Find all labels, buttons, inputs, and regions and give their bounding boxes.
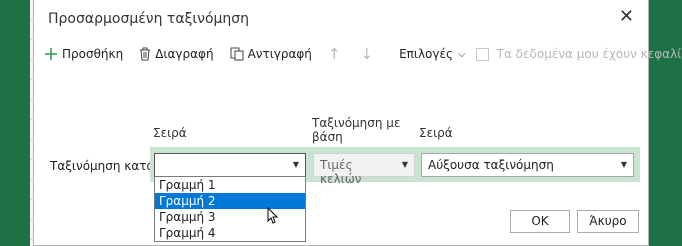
sort-by-label: Ταξινόμηση κατά [50, 159, 155, 173]
cancel-button[interactable]: Άκυρο [577, 210, 639, 233]
dropdown-arrow-icon: ▼ [292, 160, 299, 169]
dialog-title: Προσαρμοσμένη ταξινόμηση [48, 11, 250, 27]
options-button[interactable]: Επιλογές ⌵ [399, 47, 466, 61]
delete-level-label: Διαγραφή [155, 47, 214, 61]
order-select-value: Αύξουσα ταξινόμηση [428, 158, 554, 172]
column-header-column: Σειρά [153, 126, 187, 140]
dropdown-option[interactable]: Γραμμή 3 [155, 209, 305, 225]
copy-level-button[interactable]: Αντιγραφή [230, 47, 312, 61]
move-up-icon[interactable]: ↑ [328, 45, 341, 63]
sort-on-select-value: Τιμές κελιών [320, 158, 362, 186]
add-level-button[interactable]: Προσθήκη [44, 47, 123, 61]
options-label: Επιλογές [399, 47, 454, 61]
sort-on-select[interactable]: Τιμές κελιών ▼ [313, 153, 415, 186]
plus-icon [45, 48, 57, 60]
dropdown-option[interactable]: Γραμμή 4 [155, 225, 305, 241]
add-level-label: Προσθήκη [62, 47, 124, 61]
order-select[interactable]: Αύξουσα ταξινόμηση ▼ [421, 153, 634, 177]
toolbar: Προσθήκη Διαγραφή Αντιγραφή ↑ ↓ Επιλογές… [44, 44, 682, 64]
trash-icon [140, 47, 151, 61]
copy-level-label: Αντιγραφή [247, 47, 312, 61]
sheet-edge-left [0, 0, 30, 246]
ok-button[interactable]: OK [510, 210, 570, 233]
column-header-order: Σειρά [419, 126, 453, 140]
column-header-sort-on: Ταξινόμηση με βάση [312, 116, 401, 144]
column-dropdown-list: Γραμμή 1 Γραμμή 2 Γραμμή 3 Γραμμή 4 [154, 176, 306, 242]
copy-icon [230, 47, 244, 61]
headers-checkbox-label: Τα δεδομένα μου έχουν κεφαλίδες [496, 47, 682, 61]
close-button[interactable]: ✕ [619, 8, 634, 26]
column-select[interactable]: ▼ [154, 153, 306, 177]
dropdown-arrow-icon: ▼ [401, 160, 408, 169]
custom-sort-dialog: Προσαρμοσμένη ταξινόμηση ✕ Προσθήκη Διαγ… [33, 0, 682, 246]
dropdown-arrow-icon: ▼ [620, 160, 627, 169]
headers-checkbox[interactable] [475, 47, 489, 61]
dropdown-option-selected[interactable]: Γραμμή 2 [155, 193, 305, 209]
move-down-icon[interactable]: ↓ [361, 45, 374, 63]
chevron-down-icon: ⌵ [458, 48, 466, 60]
delete-level-button[interactable]: Διαγραφή [139, 47, 214, 61]
dropdown-option[interactable]: Γραμμή 1 [155, 177, 305, 193]
mouse-cursor-icon [267, 207, 279, 224]
sheet-edge-right [648, 0, 682, 246]
